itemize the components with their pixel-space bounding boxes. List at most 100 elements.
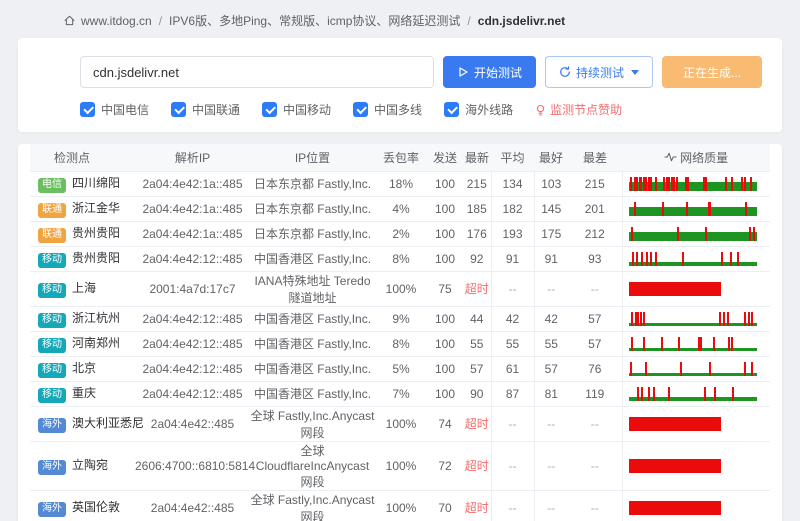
quality-chart	[629, 311, 757, 327]
quality-chart	[629, 416, 757, 432]
latest-cell: 55	[463, 331, 491, 356]
ip-cell: 2001:4a7d:17c7	[135, 271, 250, 306]
column-header: 网络质量	[622, 144, 770, 171]
quality-spike	[731, 177, 733, 191]
generating-label: 正在生成...	[683, 64, 741, 81]
table-row: 移动浙江杭州2a04:4e42:12::485中国香港区 Fastly,Inc.…	[30, 306, 770, 331]
avg-cell: 61	[491, 356, 534, 381]
node-cell: 海外英国伦敦	[30, 490, 135, 521]
quality-chart	[629, 386, 757, 402]
checkbox[interactable]	[444, 102, 459, 117]
carrier-badge: 海外	[38, 418, 66, 433]
quality-cell	[622, 271, 770, 306]
quality-cell	[622, 381, 770, 406]
quality-spike	[678, 337, 680, 351]
quality-spike	[631, 312, 633, 326]
carrier-badge: 联通	[38, 203, 66, 218]
sent-cell: 100	[427, 306, 463, 331]
checkbox-label: 中国多线	[374, 101, 422, 118]
sent-cell: 70	[427, 490, 463, 521]
generating-button[interactable]: 正在生成...	[662, 56, 762, 88]
quality-chart	[629, 281, 757, 297]
node-cell: 电信四川绵阳	[30, 171, 135, 196]
filter-row: 中国电信 中国联通 中国移动 中国多线 海外线路 监测节点赞助	[80, 101, 762, 118]
best-cell: --	[534, 271, 568, 306]
avg-cell: 193	[491, 221, 534, 246]
avg-cell: 55	[491, 331, 534, 356]
location-label: 浙江杭州	[72, 311, 120, 325]
ip-cell: 2a04:4e42:12::485	[135, 246, 250, 271]
quality-spike	[641, 387, 643, 401]
quality-spike	[709, 362, 711, 376]
avg-cell: --	[491, 441, 534, 490]
quality-spike	[714, 387, 716, 401]
node-cell: 联通浙江金华	[30, 196, 135, 221]
worst-cell: --	[568, 441, 622, 490]
quality-chart	[629, 201, 757, 217]
table-row: 海外英国伦敦2a04:4e42::485全球 Fastly,Inc.Anycas…	[30, 490, 770, 521]
sponsor-link[interactable]: 监测节点赞助	[535, 101, 622, 118]
worst-cell: --	[568, 490, 622, 521]
quality-spike	[725, 177, 727, 191]
quality-spike	[730, 252, 732, 266]
quality-cell	[622, 196, 770, 221]
best-cell: 55	[534, 331, 568, 356]
quality-spike	[648, 387, 650, 401]
breadcrumb: www.itdog.cn / IPV6版、多地Ping、常规版、icmp协议、网…	[0, 0, 800, 38]
ip-location-cell: 中国香港区 Fastly,Inc.	[250, 356, 375, 381]
location-label: 英国伦敦	[72, 500, 120, 514]
ip-cell: 2a04:4e42:1a::485	[135, 196, 250, 221]
carrier-badge: 联通	[38, 228, 66, 243]
quality-cell	[622, 356, 770, 381]
checkbox-item[interactable]: 中国多线	[353, 101, 422, 118]
checkbox-item[interactable]: 中国电信	[80, 101, 149, 118]
start-test-button[interactable]: 开始测试	[443, 56, 536, 88]
quality-spike	[727, 312, 729, 326]
sent-cell: 100	[427, 246, 463, 271]
breadcrumb-home-link[interactable]: www.itdog.cn	[81, 14, 152, 28]
quality-spike	[705, 177, 707, 191]
latest-cell: 90	[463, 381, 491, 406]
quality-spike	[650, 177, 652, 191]
best-cell: --	[534, 490, 568, 521]
latest-cell: 超时	[463, 490, 491, 521]
best-cell: 81	[534, 381, 568, 406]
loss-cell: 4%	[375, 196, 427, 221]
checkbox[interactable]	[262, 102, 277, 117]
quality-spike	[687, 177, 689, 191]
loss-cell: 100%	[375, 406, 427, 441]
quality-spike	[705, 227, 707, 241]
avg-cell: --	[491, 406, 534, 441]
continuous-test-button[interactable]: 持续测试	[545, 56, 653, 88]
loss-cell: 9%	[375, 306, 427, 331]
quality-spike	[749, 227, 751, 241]
column-header-label: 网络质量	[677, 151, 728, 165]
ip-location-cell: 日本东京都 Fastly,Inc.	[250, 196, 375, 221]
checkbox[interactable]	[353, 102, 368, 117]
checkbox-item[interactable]: 海外线路	[444, 101, 513, 118]
checkbox[interactable]	[80, 102, 95, 117]
latest-cell: 超时	[463, 441, 491, 490]
quality-spike	[645, 362, 647, 376]
worst-cell: 201	[568, 196, 622, 221]
latest-cell: 176	[463, 221, 491, 246]
start-test-label: 开始测试	[474, 64, 522, 81]
quality-green-bar	[629, 207, 757, 216]
ip-location-cell: IANA特殊地址 Teredo隧道地址	[250, 271, 375, 306]
loss-cell: 8%	[375, 246, 427, 271]
host-input[interactable]	[80, 56, 434, 88]
best-cell: 91	[534, 246, 568, 271]
latest-cell: 超时	[463, 271, 491, 306]
quality-spike	[632, 252, 634, 266]
quality-green-bar	[629, 323, 757, 326]
quality-cell	[622, 171, 770, 196]
checkbox[interactable]	[171, 102, 186, 117]
column-header: 检测点	[30, 144, 135, 171]
table-row: 海外立陶宛2606:4700::6810:5814全球 CloudflareIn…	[30, 441, 770, 490]
checkbox-item[interactable]: 中国联通	[171, 101, 240, 118]
location-label: 北京	[72, 361, 96, 375]
checkbox-item[interactable]: 中国移动	[262, 101, 331, 118]
latest-cell: 超时	[463, 406, 491, 441]
breadcrumb-separator: /	[159, 14, 162, 28]
quality-spike	[700, 337, 702, 351]
